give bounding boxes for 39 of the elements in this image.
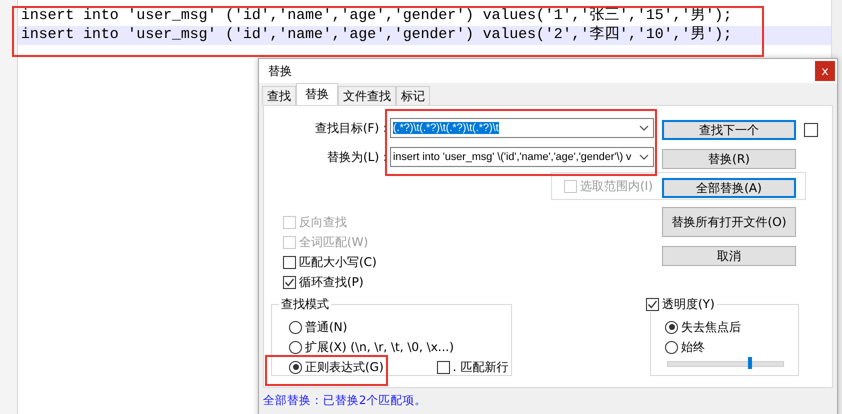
- radio-label: 正则表达式(G): [305, 358, 384, 376]
- tab[interactable]: 替换: [296, 83, 338, 105]
- dialog-button[interactable]: 替换所有打开文件(O): [662, 207, 796, 237]
- checkbox[interactable]: [804, 123, 818, 137]
- radio-label: 失去焦点后: [681, 318, 741, 336]
- radio-button[interactable]: [289, 320, 302, 334]
- radio-label: 扩展(X) (\n, \r, \t, \0, \x...): [305, 338, 454, 356]
- checkbox-label: 循环查找(P): [299, 274, 364, 290]
- radio-label: 始终: [681, 338, 705, 356]
- caret-icon: [639, 154, 649, 160]
- radio-label: 普通(N): [305, 318, 348, 336]
- close-button[interactable]: x: [815, 61, 835, 81]
- checkbox-label: 反向查找: [299, 214, 347, 230]
- checkbox-label: 选取范围内(I): [580, 178, 653, 194]
- dialog-button[interactable]: 取消: [662, 246, 796, 266]
- checkbox[interactable]: [283, 276, 296, 288]
- checkbox[interactable]: [283, 256, 296, 268]
- tab[interactable]: 标记: [396, 86, 430, 105]
- combo-field[interactable]: insert into 'user_msg' \('id','name','age','gender'\) v: [390, 147, 654, 167]
- checkbox-label: . 匹配新行: [452, 358, 508, 376]
- status-text: 全部替换：已替换2个匹配项。: [263, 393, 426, 407]
- radio-button[interactable]: [289, 360, 302, 374]
- checkbox[interactable]: [436, 360, 450, 374]
- radio-button[interactable]: [289, 340, 302, 354]
- radio-button[interactable]: [665, 340, 678, 354]
- checkbox-label: 匹配大小写(C): [299, 254, 377, 270]
- dialog-button[interactable]: 替换(R): [662, 149, 796, 169]
- tab[interactable]: 文件查找: [338, 86, 396, 105]
- dialog-button[interactable]: 全部替换(A): [662, 178, 796, 198]
- checkbox[interactable]: [646, 298, 659, 310]
- dialog-button[interactable]: 查找下一个: [662, 120, 796, 140]
- combo-field[interactable]: (.*?)\t(.*?)\t(.*?)\t(.*?)\t: [390, 118, 654, 138]
- checkbox-label: 透明度(Y): [662, 296, 715, 312]
- checkbox-label: 全词匹配(W): [299, 234, 368, 250]
- dialog-title: 替换: [268, 62, 292, 80]
- caret-icon: [639, 125, 649, 131]
- group-title: 查找模式: [279, 296, 331, 312]
- radio-button[interactable]: [665, 320, 678, 334]
- tab[interactable]: 查找: [262, 86, 296, 105]
